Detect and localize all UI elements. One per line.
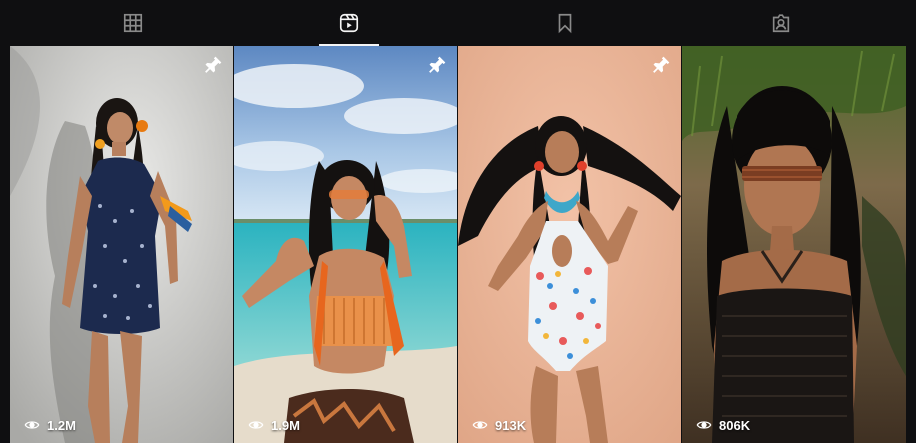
profile-tab-bar bbox=[0, 0, 916, 46]
view-count: 806K bbox=[696, 417, 750, 433]
view-count-label: 1.9M bbox=[271, 417, 300, 433]
view-count-label: 806K bbox=[719, 417, 751, 433]
tab-posts[interactable] bbox=[103, 0, 163, 46]
pin-icon bbox=[653, 56, 670, 73]
grid-icon bbox=[123, 13, 143, 33]
view-count: 913K bbox=[472, 417, 526, 433]
reels-icon bbox=[339, 13, 359, 33]
reel-thumbnail bbox=[234, 46, 457, 443]
tagged-user-icon bbox=[772, 14, 790, 33]
reel-tile[interactable]: 1.2M bbox=[10, 46, 233, 443]
bookmark-icon bbox=[558, 13, 572, 34]
view-count: 1.2M bbox=[24, 417, 76, 433]
reels-grid: 1.2M 1.9M 913K 806K bbox=[10, 46, 906, 443]
view-count-label: 913K bbox=[495, 417, 527, 433]
tab-saved[interactable] bbox=[535, 0, 595, 46]
view-count: 1.9M bbox=[248, 417, 300, 433]
tab-tagged[interactable] bbox=[751, 0, 811, 46]
eye-icon bbox=[472, 421, 488, 429]
reel-thumbnail bbox=[10, 46, 233, 443]
reel-tile[interactable]: 806K bbox=[682, 46, 906, 443]
eye-icon bbox=[696, 421, 712, 429]
reel-thumbnail bbox=[458, 46, 681, 443]
reel-tile[interactable]: 1.9M bbox=[234, 46, 457, 443]
pin-icon bbox=[205, 56, 222, 73]
view-count-label: 1.2M bbox=[47, 417, 76, 433]
pin-icon bbox=[429, 56, 446, 73]
eye-icon bbox=[24, 421, 40, 429]
tab-reels[interactable] bbox=[319, 0, 379, 46]
reel-tile[interactable]: 913K bbox=[458, 46, 681, 443]
reel-thumbnail bbox=[682, 46, 906, 443]
eye-icon bbox=[248, 421, 264, 429]
